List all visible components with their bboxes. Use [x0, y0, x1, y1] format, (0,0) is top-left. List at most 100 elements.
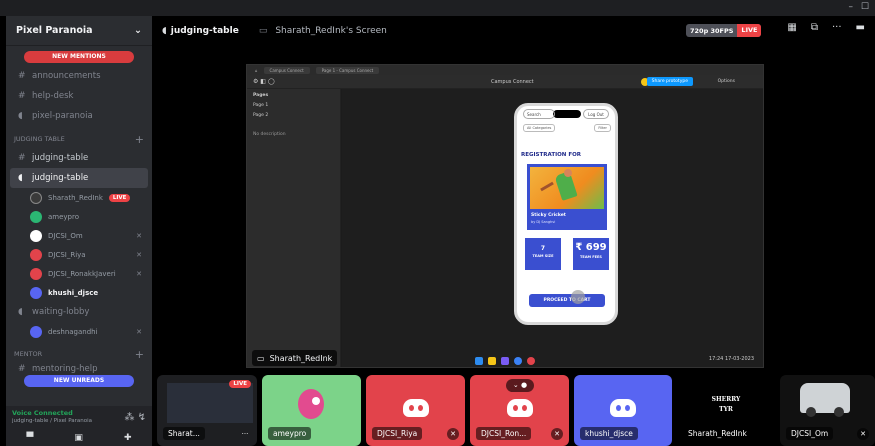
event-card[interactable]: Sticky Cricket by DJ Sanghvi: [527, 164, 607, 230]
chrome-icon[interactable]: [514, 357, 522, 365]
channel-judging-table-text[interactable]: # judging-table: [10, 148, 148, 168]
chevron-down-icon: ⌄: [134, 25, 142, 36]
participant-name: ameypro: [268, 427, 312, 440]
channel-sidebar: Pixel Paranoia ⌄ NEW MENTIONS # announcem…: [6, 16, 152, 446]
figma-menu-icon[interactable]: ⚙ ◧ ◯: [253, 78, 275, 85]
options-menu[interactable]: Options: [718, 79, 735, 84]
participant-tile[interactable]: DJCSI_Riya ✕: [366, 375, 465, 446]
category-mentor[interactable]: MENTOR +: [6, 345, 152, 363]
discord-avatar-icon: [402, 399, 429, 417]
more-icon[interactable]: ···: [239, 428, 251, 440]
user-name: Sharath_RedInk: [48, 193, 103, 202]
filter-row: All Categories Filter: [523, 124, 611, 132]
share-screen-icon[interactable]: ▣: [74, 433, 83, 443]
avatar: [30, 248, 42, 261]
tab-page1[interactable]: Page 1 - Campus Connect: [315, 66, 380, 74]
voice-user[interactable]: DJCSI_Om ✕: [6, 226, 152, 245]
proceed-to-cart-button[interactable]: PROCEED TO CART: [529, 294, 605, 307]
channel-mentoring-help[interactable]: # mentoring-help: [10, 363, 148, 375]
channel-waiting-lobby[interactable]: ◖ waiting-lobby: [10, 302, 148, 322]
tab-campus-connect[interactable]: Campus Connect: [263, 66, 310, 74]
home-icon[interactable]: ⌂: [255, 68, 258, 73]
user-name: khushi_djsce: [48, 288, 99, 297]
channel-help-desk[interactable]: # help-desk: [10, 86, 148, 106]
voice-user[interactable]: khushi_djsce: [6, 283, 152, 302]
windows-icon[interactable]: [475, 357, 483, 365]
design-canvas[interactable]: Search Log Out All Categories Filter REG…: [342, 89, 763, 367]
logout-button[interactable]: Log Out: [583, 109, 609, 119]
discord-avatar-icon: [610, 399, 636, 417]
hash-icon: #: [18, 71, 26, 81]
speaker-icon: ◖: [18, 173, 23, 183]
server-header[interactable]: Pixel Paranoia ⌄: [6, 16, 152, 46]
channel-label: pixel-paranoia: [32, 111, 93, 121]
category-dropdown[interactable]: All Categories: [523, 124, 556, 132]
phone-mockup: Search Log Out All Categories Filter REG…: [514, 103, 618, 325]
activity-icon[interactable]: ✚: [124, 433, 132, 443]
screen-icon: ▭: [258, 26, 268, 36]
voice-user[interactable]: ameypro: [6, 207, 152, 226]
avatar-wheel: [806, 407, 816, 417]
stream-header: ◖ judging-table ▭ Sharath_RedInk's Scree…: [152, 16, 875, 46]
participant-tile[interactable]: khushi_djsce: [574, 375, 672, 446]
filter-button[interactable]: Filter: [594, 124, 611, 132]
participant-tile[interactable]: SHERRY TYR Sharath_RedInk: [677, 375, 775, 446]
registration-heading: REGISTRATION FOR: [521, 152, 581, 158]
grid-icon[interactable]: ▦: [787, 22, 796, 33]
window-titlebar: – ☐: [0, 0, 875, 16]
user-controls: ▀ ▣ ✚: [6, 430, 152, 446]
folder-icon[interactable]: [488, 357, 496, 365]
voice-user[interactable]: Sharath_RedInk LIVE: [6, 188, 152, 207]
app-icon[interactable]: [527, 357, 535, 365]
hash-icon: #: [18, 153, 26, 163]
maximize-icon[interactable]: ☐: [861, 2, 869, 12]
participant-tile[interactable]: LIVE Sharat... ···: [157, 375, 257, 446]
quality-label: 720p 30FPS: [690, 26, 734, 35]
muted-mic-icon: ✕: [136, 231, 142, 240]
participant-tile[interactable]: ⌄ ● DJCSI_Ron... ✕: [470, 375, 569, 446]
user-name: DJCSI_Riya: [48, 250, 86, 259]
participant-name: DJCSI_Om: [786, 427, 834, 440]
avatar-logo: SHERRY TYR: [677, 395, 775, 415]
more-icon[interactable]: ···: [832, 22, 842, 33]
live-badge: LIVE: [737, 24, 762, 37]
event-organizer: by DJ Sanghvi: [531, 220, 556, 224]
channel-announcements[interactable]: # announcements: [10, 66, 148, 86]
channel-label: mentoring-help: [32, 364, 98, 374]
page-item-1[interactable]: Page 1: [253, 103, 334, 108]
popout-icon[interactable]: ⧉: [811, 22, 818, 33]
stream-actions: ▦ ⧉ ··· ▬: [787, 22, 865, 33]
noise-suppression-icon[interactable]: ⁂ ↯: [124, 412, 146, 423]
search-field[interactable]: Search: [523, 109, 555, 119]
participant-name: Sharath_RedInk: [688, 429, 747, 438]
voice-user[interactable]: DJCSI_Riya ✕: [6, 245, 152, 264]
app-icon[interactable]: [501, 357, 509, 365]
team-fees-value: ₹ 699: [575, 242, 607, 253]
voice-user[interactable]: DJCSI_RonakkJaveri ✕: [6, 264, 152, 283]
camera-icon[interactable]: ▀: [27, 433, 34, 443]
share-prototype-button[interactable]: Share prototype: [646, 77, 693, 86]
minimize-icon[interactable]: –: [849, 2, 854, 12]
category-label: JUDGING TABLE: [14, 135, 65, 143]
screen-title: Sharath_RedInk's Screen: [275, 26, 387, 36]
avatar: [30, 267, 42, 280]
participant-tile[interactable]: ameypro: [262, 375, 361, 446]
voice-user[interactable]: deshnagandhi ✕: [6, 322, 152, 341]
page-item-2[interactable]: Page 2: [253, 113, 334, 118]
participant-tile[interactable]: DJCSI_Om ✕: [780, 375, 875, 446]
category-judging-table[interactable]: JUDGING TABLE +: [6, 130, 152, 148]
add-user-icon[interactable]: ⌄ ●: [506, 379, 534, 392]
plus-icon[interactable]: +: [135, 133, 144, 146]
channel-judging-table-voice[interactable]: ◖ judging-table: [10, 168, 148, 188]
new-mentions-pill[interactable]: NEW MENTIONS: [24, 51, 134, 63]
chat-icon[interactable]: ▬: [856, 22, 865, 33]
channel-label: waiting-lobby: [32, 307, 90, 317]
stream-quality-badge: 720p 30FPS LIVE: [686, 24, 762, 37]
plus-icon[interactable]: +: [135, 348, 144, 361]
new-unreads-pill[interactable]: NEW UNREADS: [24, 375, 134, 387]
team-size-box: 7 TEAM SIZE: [525, 238, 561, 270]
channel-pixel-paranoia[interactable]: ◖ pixel-paranoia: [10, 106, 148, 126]
browser-tabs: ⌂ Campus Connect Page 1 - Campus Connect: [247, 65, 763, 75]
avatar: [30, 229, 42, 242]
muted-mic-icon: ✕: [857, 428, 869, 440]
